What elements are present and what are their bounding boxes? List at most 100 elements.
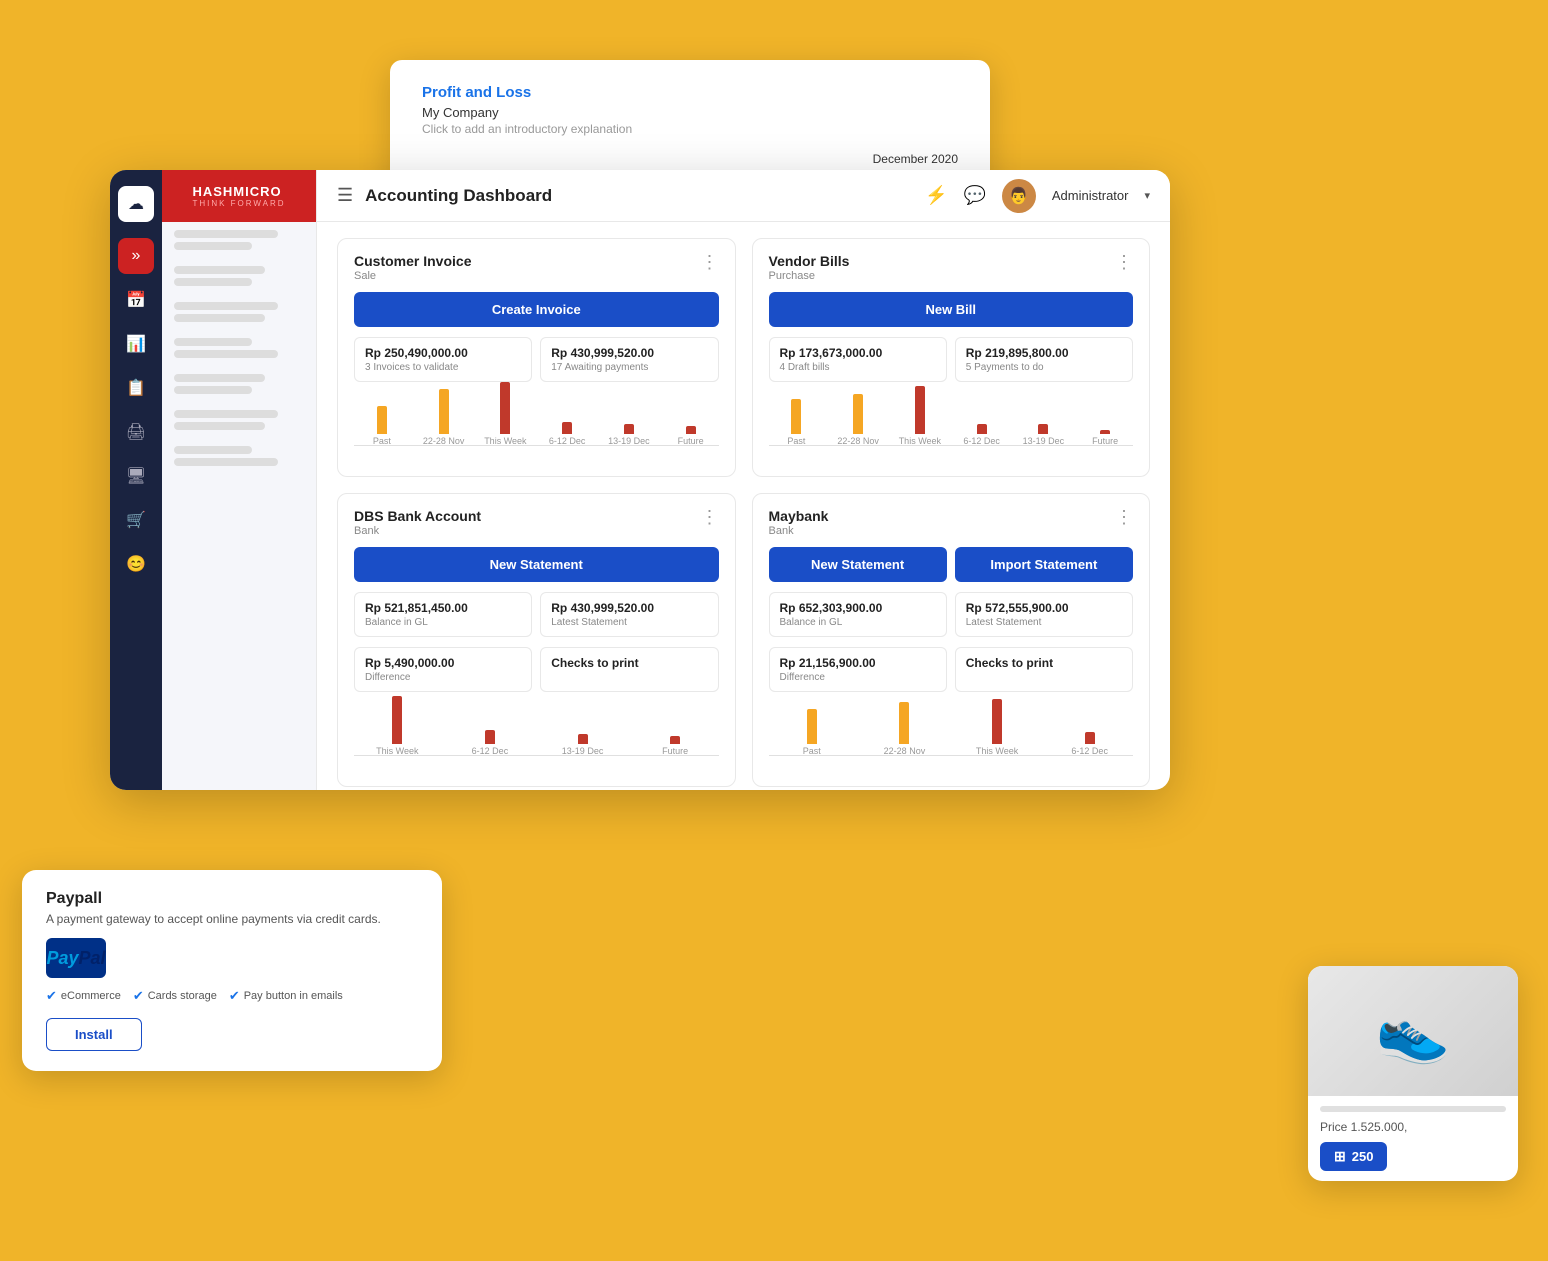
menu-line xyxy=(174,266,265,274)
bar-group-6dec: 6-12 Dec xyxy=(539,422,595,446)
menu-item-4[interactable] xyxy=(162,330,316,366)
sidebar-icon-navigate[interactable]: » xyxy=(118,238,154,274)
sidebar-icon-monitor[interactable]: 🖥 xyxy=(118,458,154,494)
menu-item-6[interactable] xyxy=(162,402,316,438)
menu-line xyxy=(174,278,252,286)
stat-dbs-balance: Rp 521,851,450.00 Balance in GL xyxy=(354,592,532,637)
maybank-import-statement-button[interactable]: Import Statement xyxy=(955,547,1133,582)
install-button[interactable]: Install xyxy=(46,1018,142,1051)
sidebar-icon-calendar[interactable]: 📅 xyxy=(118,282,154,318)
bar-red xyxy=(686,426,696,434)
stat-maybank-checks: Checks to print xyxy=(955,647,1133,692)
bar-group-future: Future xyxy=(632,736,719,756)
maybank-widget: Maybank Bank ⋮ New Statement Import Stat… xyxy=(752,493,1151,787)
menu-line xyxy=(174,386,252,394)
sidebar-icon-print[interactable]: 🖨 xyxy=(118,414,154,450)
menu-line xyxy=(174,350,278,358)
stat-label-4: 5 Payments to do xyxy=(966,362,1122,373)
dbs-bank-menu[interactable]: ⋮ xyxy=(701,508,719,526)
pl-company: My Company xyxy=(422,105,958,120)
bar-orange xyxy=(899,702,909,744)
bar-group-6dec: 6-12 Dec xyxy=(954,424,1010,446)
sidebar-icon-user[interactable]: 😊 xyxy=(118,546,154,582)
menu-item-1[interactable] xyxy=(162,222,316,258)
stat-maybank-balance: Rp 652,303,900.00 Balance in GL xyxy=(769,592,947,637)
create-invoice-button[interactable]: Create Invoice xyxy=(354,292,719,327)
bar-orange xyxy=(791,399,801,434)
sidebar-light: HASHMICRO THINK FORWARD xyxy=(162,170,317,790)
bar-group-thisweek: This Week xyxy=(954,699,1041,756)
sidebar-icon-shop[interactable]: 🛒 xyxy=(118,502,154,538)
check-icon: ✔ xyxy=(229,988,240,1004)
stat-label-mb2: Latest Statement xyxy=(966,617,1122,628)
chat-icon[interactable]: 💬 xyxy=(963,185,985,206)
paypal-logo: PayPal xyxy=(46,938,418,978)
stat-amount-dbs2: Rp 430,999,520.00 xyxy=(551,601,707,615)
stat-dbs-latest: Rp 430,999,520.00 Latest Statement xyxy=(540,592,718,637)
chart-baseline xyxy=(354,755,719,756)
paypal-description: A payment gateway to accept online payme… xyxy=(46,912,418,926)
pl-title: Profit and Loss xyxy=(422,84,958,101)
feature-pay-button: ✔ Pay button in emails xyxy=(229,988,343,1004)
dbs-bank-header: DBS Bank Account Bank ⋮ xyxy=(354,508,719,537)
customer-invoice-subtitle: Sale xyxy=(354,270,471,282)
menu-line xyxy=(174,302,278,310)
vendor-bills-menu[interactable]: ⋮ xyxy=(1115,253,1133,271)
stat-amount-mb2: Rp 572,555,900.00 xyxy=(966,601,1122,615)
bar-group-thisweek: This Week xyxy=(354,696,441,756)
menu-item-5[interactable] xyxy=(162,366,316,402)
lightning-icon[interactable]: ⚡ xyxy=(925,185,947,206)
customer-invoice-header: Customer Invoice Sale ⋮ xyxy=(354,253,719,282)
dbs-bank-widget: DBS Bank Account Bank ⋮ New Statement Rp… xyxy=(337,493,736,787)
vendor-bills-subtitle: Purchase xyxy=(769,270,850,282)
shoe-info: Price 1.525.000, ⊞ 250 xyxy=(1308,1096,1518,1181)
maybank-new-statement-button[interactable]: New Statement xyxy=(769,547,947,582)
bar-group-6dec: 6-12 Dec xyxy=(447,730,534,756)
bar-red xyxy=(1100,430,1110,434)
dashboard-grid: Customer Invoice Sale ⋮ Create Invoice R… xyxy=(317,222,1170,790)
bar-group-nov: 22-28 Nov xyxy=(830,394,886,446)
pl-intro: Click to add an introductory explanation xyxy=(422,122,958,136)
shoe-price: Price 1.525.000, xyxy=(1320,1120,1506,1134)
bar-red xyxy=(392,696,402,744)
dropdown-icon[interactable]: ▾ xyxy=(1144,189,1150,202)
new-bill-button[interactable]: New Bill xyxy=(769,292,1134,327)
menu-item-7[interactable] xyxy=(162,438,316,474)
hamburger-icon[interactable]: ☰ xyxy=(337,185,353,206)
chart-baseline xyxy=(769,445,1134,446)
bar-red xyxy=(992,699,1002,744)
bar-red xyxy=(485,730,495,744)
menu-item-2[interactable] xyxy=(162,258,316,294)
stat-label-dbs2: Latest Statement xyxy=(551,617,707,628)
menu-line xyxy=(174,458,278,466)
menu-item-3[interactable] xyxy=(162,294,316,330)
maybank-menu[interactable]: ⋮ xyxy=(1115,508,1133,526)
shoe-badge[interactable]: ⊞ 250 xyxy=(1320,1142,1387,1171)
menu-line xyxy=(174,410,278,418)
bar-group-nov: 22-28 Nov xyxy=(416,389,472,446)
stat-amount-dbs3: Rp 5,490,000.00 xyxy=(365,656,521,670)
sidebar-icon-chart[interactable]: 📊 xyxy=(118,326,154,362)
vendor-bills-widget: Vendor Bills Purchase ⋮ New Bill Rp 173,… xyxy=(752,238,1151,477)
avatar[interactable]: 👨 xyxy=(1002,179,1036,213)
bar-red xyxy=(670,736,680,744)
dbs-new-statement-button[interactable]: New Statement xyxy=(354,547,719,582)
sidebar-icon-list[interactable]: 📋 xyxy=(118,370,154,406)
bar-group-nov: 22-28 Nov xyxy=(861,702,948,756)
vendor-bills-title: Vendor Bills xyxy=(769,253,850,269)
bar-group-past: Past xyxy=(769,709,856,756)
stat-maybank-latest: Rp 572,555,900.00 Latest Statement xyxy=(955,592,1133,637)
bar-red xyxy=(578,734,588,744)
admin-label[interactable]: Administrator xyxy=(1052,188,1129,203)
stat-amount-3: Rp 173,673,000.00 xyxy=(780,346,936,360)
bar-group-thisweek: This Week xyxy=(892,386,948,446)
dbs-bank-stats-row2: Rp 5,490,000.00 Difference Checks to pri… xyxy=(354,647,719,692)
stat-label-mb3: Difference xyxy=(780,672,936,683)
maybank-stats-row2: Rp 21,156,900.00 Difference Checks to pr… xyxy=(769,647,1134,692)
stat-amount-2: Rp 430,999,520.00 xyxy=(551,346,707,360)
bar-orange xyxy=(807,709,817,744)
sidebar-cloud-icon[interactable]: ☁ xyxy=(118,186,154,222)
brand-name: HASHMICRO xyxy=(192,184,285,199)
customer-invoice-menu[interactable]: ⋮ xyxy=(701,253,719,271)
main-content: ☰ Accounting Dashboard ⚡ 💬 👨 Administrat… xyxy=(317,170,1170,790)
